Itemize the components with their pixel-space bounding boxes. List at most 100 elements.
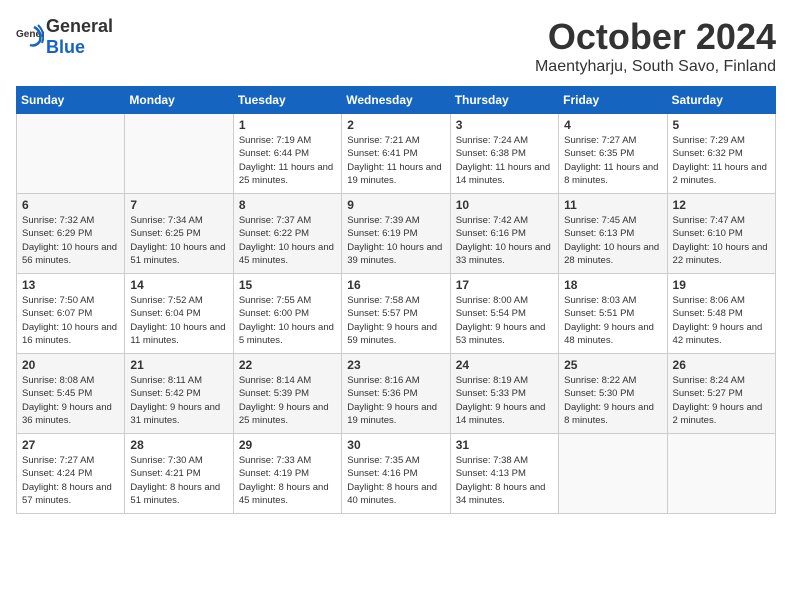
day-info: Sunrise: 7:35 AMSunset: 4:16 PMDaylight:… — [347, 454, 444, 507]
calendar-week-row: 1 Sunrise: 7:19 AMSunset: 6:44 PMDaylight… — [17, 114, 776, 194]
calendar-cell: 8Sunrise: 7:37 AMSunset: 6:22 PMDaylight… — [233, 194, 341, 274]
calendar-cell — [17, 114, 125, 194]
day-info: Sunrise: 7:33 AMSunset: 4:19 PMDaylight:… — [239, 454, 336, 507]
day-info: Sunrise: 7:19 AMSunset: 6:44 PMDaylight:… — [239, 134, 336, 187]
calendar-cell: 30 Sunrise: 7:35 AMSunset: 4:16 PMDayligh… — [342, 434, 450, 514]
calendar-cell: 18 Sunrise: 8:03 AMSunset: 5:51 PMDayligh… — [559, 274, 667, 354]
day-info: Sunrise: 7:38 AMSunset: 4:13 PMDaylight:… — [456, 454, 553, 507]
day-number: 17 — [456, 278, 553, 292]
day-number: 14 — [130, 278, 227, 292]
day-info: Sunrise: 7:52 AMSunset: 6:04 PMDaylight:… — [130, 294, 227, 347]
day-number: 9 — [347, 198, 444, 212]
day-number: 1 — [239, 118, 336, 132]
calendar-cell: 12Sunrise: 7:47 AMSunset: 6:10 PMDayligh… — [667, 194, 775, 274]
title-block: October 2024 Maentyharju, South Savo, Fi… — [535, 16, 776, 76]
day-number: 7 — [130, 198, 227, 212]
calendar-cell: 26Sunrise: 8:24 AMSunset: 5:27 PMDayligh… — [667, 354, 775, 434]
day-number: 21 — [130, 358, 227, 372]
day-number: 5 — [673, 118, 770, 132]
calendar-cell: 4Sunrise: 7:27 AMSunset: 6:35 PMDaylight… — [559, 114, 667, 194]
calendar-cell: 10 Sunrise: 7:42 AMSunset: 6:16 PMDayligh… — [450, 194, 558, 274]
day-info: Sunrise: 8:16 AMSunset: 5:36 PMDaylight:… — [347, 374, 444, 427]
day-info: Sunrise: 7:45 AMSunset: 6:13 PMDaylight:… — [564, 214, 661, 267]
day-number: 2 — [347, 118, 444, 132]
day-number: 24 — [456, 358, 553, 372]
day-info: Sunrise: 7:27 AMSunset: 4:24 PMDaylight:… — [22, 454, 119, 507]
day-info: Sunrise: 7:34 AMSunset: 6:25 PMDaylight:… — [130, 214, 227, 267]
calendar-cell: 9 Sunrise: 7:39 AMSunset: 6:19 PMDaylight… — [342, 194, 450, 274]
day-info: Sunrise: 8:03 AMSunset: 5:51 PMDaylight:… — [564, 294, 661, 347]
calendar-cell — [559, 434, 667, 514]
logo-text: General Blue — [46, 16, 113, 58]
day-number: 16 — [347, 278, 444, 292]
day-info: Sunrise: 7:29 AMSunset: 6:32 PMDaylight:… — [673, 134, 770, 187]
day-number: 10 — [456, 198, 553, 212]
weekday-header-thursday: Thursday — [450, 87, 558, 114]
calendar-week-row: 20Sunrise: 8:08 AMSunset: 5:45 PMDayligh… — [17, 354, 776, 434]
calendar-cell: 16 Sunrise: 7:58 AMSunset: 5:57 PMDayligh… — [342, 274, 450, 354]
day-number: 31 — [456, 438, 553, 452]
calendar-cell: 2 Sunrise: 7:21 AMSunset: 6:41 PMDaylight… — [342, 114, 450, 194]
calendar-week-row: 27 Sunrise: 7:27 AMSunset: 4:24 PMDayligh… — [17, 434, 776, 514]
day-info: Sunrise: 7:58 AMSunset: 5:57 PMDaylight:… — [347, 294, 444, 347]
calendar-cell: 28Sunrise: 7:30 AMSunset: 4:21 PMDayligh… — [125, 434, 233, 514]
day-info: Sunrise: 7:21 AMSunset: 6:41 PMDaylight:… — [347, 134, 444, 187]
weekday-header-saturday: Saturday — [667, 87, 775, 114]
day-number: 19 — [673, 278, 770, 292]
day-number: 18 — [564, 278, 661, 292]
page-header: General General Blue October 2024 Maenty… — [16, 16, 776, 76]
day-info: Sunrise: 8:06 AMSunset: 5:48 PMDaylight:… — [673, 294, 770, 347]
calendar-body: 1 Sunrise: 7:19 AMSunset: 6:44 PMDaylight… — [17, 114, 776, 514]
calendar-week-row: 13Sunrise: 7:50 AMSunset: 6:07 PMDayligh… — [17, 274, 776, 354]
logo-general: General — [46, 16, 113, 36]
calendar-cell: 17Sunrise: 8:00 AMSunset: 5:54 PMDayligh… — [450, 274, 558, 354]
day-info: Sunrise: 7:39 AMSunset: 6:19 PMDaylight:… — [347, 214, 444, 267]
day-info: Sunrise: 8:14 AMSunset: 5:39 PMDaylight:… — [239, 374, 336, 427]
calendar-week-row: 6Sunrise: 7:32 AMSunset: 6:29 PMDaylight… — [17, 194, 776, 274]
day-info: Sunrise: 7:47 AMSunset: 6:10 PMDaylight:… — [673, 214, 770, 267]
logo: General General Blue — [16, 16, 113, 58]
logo-blue: Blue — [46, 37, 85, 57]
day-info: Sunrise: 7:24 AMSunset: 6:38 PMDaylight:… — [456, 134, 553, 187]
calendar-cell: 5 Sunrise: 7:29 AMSunset: 6:32 PMDaylight… — [667, 114, 775, 194]
day-info: Sunrise: 8:11 AMSunset: 5:42 PMDaylight:… — [130, 374, 227, 427]
weekday-header-row: SundayMondayTuesdayWednesdayThursdayFrid… — [17, 87, 776, 114]
calendar-cell: 19 Sunrise: 8:06 AMSunset: 5:48 PMDayligh… — [667, 274, 775, 354]
day-info: Sunrise: 7:37 AMSunset: 6:22 PMDaylight:… — [239, 214, 336, 267]
day-info: Sunrise: 8:22 AMSunset: 5:30 PMDaylight:… — [564, 374, 661, 427]
day-number: 15 — [239, 278, 336, 292]
calendar-cell: 15 Sunrise: 7:55 AMSunset: 6:00 PMDayligh… — [233, 274, 341, 354]
day-number: 29 — [239, 438, 336, 452]
weekday-header-friday: Friday — [559, 87, 667, 114]
calendar-cell: 20Sunrise: 8:08 AMSunset: 5:45 PMDayligh… — [17, 354, 125, 434]
calendar-header: SundayMondayTuesdayWednesdayThursdayFrid… — [17, 87, 776, 114]
calendar-cell: 14 Sunrise: 7:52 AMSunset: 6:04 PMDayligh… — [125, 274, 233, 354]
day-number: 20 — [22, 358, 119, 372]
calendar-cell — [667, 434, 775, 514]
day-info: Sunrise: 7:42 AMSunset: 6:16 PMDaylight:… — [456, 214, 553, 267]
location-subtitle: Maentyharju, South Savo, Finland — [535, 58, 776, 76]
day-number: 23 — [347, 358, 444, 372]
weekday-header-tuesday: Tuesday — [233, 87, 341, 114]
weekday-header-monday: Monday — [125, 87, 233, 114]
calendar-cell: 31 Sunrise: 7:38 AMSunset: 4:13 PMDayligh… — [450, 434, 558, 514]
calendar-cell: 27 Sunrise: 7:27 AMSunset: 4:24 PMDayligh… — [17, 434, 125, 514]
weekday-header-wednesday: Wednesday — [342, 87, 450, 114]
calendar-cell: 21 Sunrise: 8:11 AMSunset: 5:42 PMDayligh… — [125, 354, 233, 434]
calendar-cell: 25Sunrise: 8:22 AMSunset: 5:30 PMDayligh… — [559, 354, 667, 434]
calendar-table: SundayMondayTuesdayWednesdayThursdayFrid… — [16, 86, 776, 514]
day-number: 28 — [130, 438, 227, 452]
calendar-cell — [125, 114, 233, 194]
day-info: Sunrise: 7:50 AMSunset: 6:07 PMDaylight:… — [22, 294, 119, 347]
day-info: Sunrise: 7:55 AMSunset: 6:00 PMDaylight:… — [239, 294, 336, 347]
day-number: 27 — [22, 438, 119, 452]
day-info: Sunrise: 7:32 AMSunset: 6:29 PMDaylight:… — [22, 214, 119, 267]
day-info: Sunrise: 8:24 AMSunset: 5:27 PMDaylight:… — [673, 374, 770, 427]
calendar-cell: 1 Sunrise: 7:19 AMSunset: 6:44 PMDaylight… — [233, 114, 341, 194]
month-title: October 2024 — [535, 16, 776, 58]
calendar-cell: 6Sunrise: 7:32 AMSunset: 6:29 PMDaylight… — [17, 194, 125, 274]
day-number: 3 — [456, 118, 553, 132]
day-number: 30 — [347, 438, 444, 452]
calendar-cell: 29 Sunrise: 7:33 AMSunset: 4:19 PMDayligh… — [233, 434, 341, 514]
logo-icon: General — [16, 23, 44, 51]
